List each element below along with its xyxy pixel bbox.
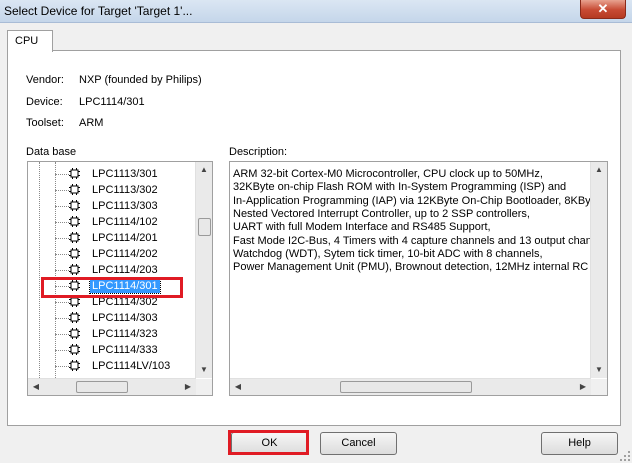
device-list-item-label: LPC1113/301 <box>92 168 158 180</box>
chip-icon <box>69 216 80 227</box>
tree-connector <box>55 366 69 367</box>
device-list-item-label: LPC1113/303 <box>92 200 158 212</box>
device-list-item-label: LPC1114/202 <box>92 248 158 260</box>
device-list-item[interactable]: LPC1114/201 <box>55 230 205 246</box>
chip-icon <box>69 264 80 275</box>
chip-icon <box>69 184 80 195</box>
tree-connector <box>55 206 69 207</box>
description-line: Watchdog (WDT), Sytem tick timer, 10-bit… <box>233 247 543 260</box>
selected-item-highlight <box>41 277 183 298</box>
chip-icon <box>69 328 80 339</box>
vendor-value: NXP (founded by Philips) <box>79 74 202 86</box>
tab-cpu-label: CPU <box>15 35 39 47</box>
device-label: Device: <box>26 96 63 108</box>
scroll-thumb[interactable] <box>340 381 472 393</box>
description-box[interactable]: ARM 32-bit Cortex-M0 Microcontroller, CP… <box>229 161 608 396</box>
device-list-item[interactable]: LPC1114/102 <box>55 214 205 230</box>
cancel-button[interactable]: Cancel <box>320 432 397 455</box>
description-label: Description: <box>229 146 288 158</box>
title-bar: Select Device for Target 'Target 1'... ✕ <box>0 0 632 23</box>
vendor-label: Vendor: <box>26 74 64 86</box>
description-line: 32KByte on-chip Flash ROM with In-System… <box>233 181 567 194</box>
device-list-item[interactable]: LPC1114/323 <box>55 326 205 342</box>
window-title: Select Device for Target 'Target 1'... <box>4 4 193 18</box>
tree-connector <box>55 318 69 319</box>
device-list-item[interactable]: LPC1114/303 <box>55 310 205 326</box>
scroll-up-icon[interactable]: ▲ <box>196 162 212 178</box>
description-horizontal-scrollbar[interactable]: ◀ ▶ <box>230 378 591 395</box>
help-button[interactable]: Help <box>541 432 618 455</box>
chip-icon <box>69 344 80 355</box>
tree-connector <box>55 334 69 335</box>
chip-icon <box>69 248 80 259</box>
device-list-item[interactable]: LPC1114LV/103 <box>55 358 205 374</box>
scroll-thumb[interactable] <box>198 218 211 236</box>
tree-connector <box>55 350 69 351</box>
device-list-item-label: LPC1114/333 <box>92 344 158 356</box>
tree-connector <box>55 222 69 223</box>
device-list-item-label: LPC1114/201 <box>92 232 158 244</box>
device-list-item-label: LPC1113/302 <box>92 184 158 196</box>
tree-connector <box>55 254 69 255</box>
device-list-item[interactable]: LPC1114/202 <box>55 246 205 262</box>
database-label: Data base <box>26 146 77 158</box>
device-list-item-label: LPC1114/323 <box>92 328 158 340</box>
device-list-item[interactable]: LPC1113/301 <box>55 166 205 182</box>
device-list-item[interactable]: LPC1114/333 <box>55 342 205 358</box>
description-text: ARM 32-bit Cortex-M0 Microcontroller, CP… <box>230 162 590 378</box>
scroll-right-icon[interactable]: ▶ <box>575 379 591 395</box>
tree-connector <box>55 190 69 191</box>
ok-button-highlight <box>228 430 309 455</box>
tree-connector <box>55 238 69 239</box>
scroll-down-icon[interactable]: ▼ <box>196 362 212 378</box>
dialog-window: Select Device for Target 'Target 1'... ✕… <box>0 0 632 463</box>
tree-connector <box>39 162 40 380</box>
scroll-right-icon[interactable]: ▶ <box>180 379 196 395</box>
tree-connector <box>55 270 69 271</box>
close-button[interactable]: ✕ <box>580 0 626 19</box>
tree-connector <box>55 174 69 175</box>
tree-vertical-scrollbar[interactable]: ▲ ▼ <box>195 162 212 378</box>
description-line: UART with full Modem Interface and RS485… <box>233 221 491 234</box>
description-vertical-scrollbar[interactable]: ▲ ▼ <box>590 162 607 378</box>
description-line: In-Application Programming (IAP) via 12K… <box>233 194 590 207</box>
description-line: Power Management Unit (PMU), Brownout de… <box>233 261 590 274</box>
scroll-left-icon[interactable]: ◀ <box>28 379 44 395</box>
scroll-up-icon[interactable]: ▲ <box>591 162 607 178</box>
description-line: Nested Vectored Interrupt Controller, up… <box>233 207 530 220</box>
tree-horizontal-scrollbar[interactable]: ◀ ▶ <box>28 378 196 395</box>
tree-connector <box>55 302 69 303</box>
chip-icon <box>69 232 80 243</box>
device-list-item-label: LPC1114/102 <box>92 216 158 228</box>
device-list-item[interactable]: LPC1114/203 <box>55 262 205 278</box>
scroll-thumb[interactable] <box>76 381 128 393</box>
device-list-item[interactable]: LPC1113/303 <box>55 198 205 214</box>
description-line: Fast Mode I2C-Bus, 4 Timers with 4 captu… <box>233 234 590 247</box>
device-list-item-label: LPC1114/303 <box>92 312 158 324</box>
toolset-label: Toolset: <box>26 117 64 129</box>
chip-icon <box>69 200 80 211</box>
chip-icon <box>69 360 80 371</box>
tab-cpu[interactable]: CPU <box>7 30 53 52</box>
chip-icon <box>69 312 80 323</box>
scroll-corner <box>591 379 607 395</box>
scroll-left-icon[interactable]: ◀ <box>230 379 246 395</box>
device-list-item-label: LPC1114/203 <box>92 264 158 276</box>
device-list-item[interactable]: LPC1113/302 <box>55 182 205 198</box>
toolset-value: ARM <box>79 117 104 129</box>
chip-icon <box>69 168 80 179</box>
description-line: ARM 32-bit Cortex-M0 Microcontroller, CP… <box>233 168 543 180</box>
scroll-down-icon[interactable]: ▼ <box>591 362 607 378</box>
device-list-item-label: LPC1114LV/103 <box>92 360 171 372</box>
scroll-corner <box>196 379 212 395</box>
device-value: LPC1114/301 <box>79 96 145 108</box>
resize-grip-icon[interactable] <box>620 451 630 461</box>
